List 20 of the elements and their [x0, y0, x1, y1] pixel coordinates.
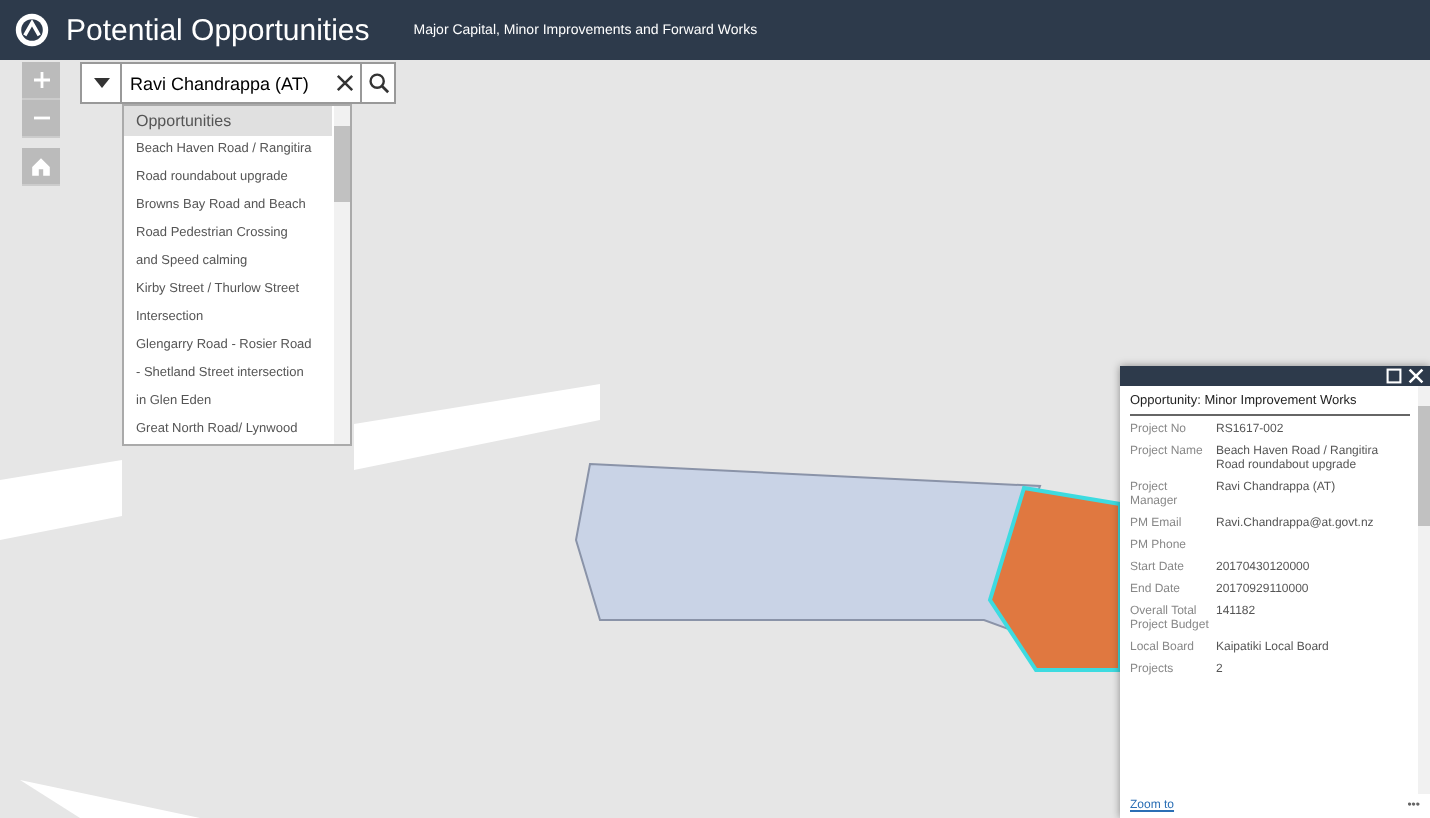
clear-button[interactable]	[330, 62, 360, 104]
caret-icon	[93, 78, 109, 88]
scrollbar[interactable]	[334, 106, 350, 444]
close-icon	[336, 74, 354, 92]
zoom-out-button[interactable]	[22, 100, 60, 138]
search-field[interactable]: Ravi Chandrappa (AT)	[122, 62, 330, 104]
maximize-icon[interactable]	[1386, 368, 1402, 384]
search-button[interactable]	[360, 62, 396, 104]
home-icon	[30, 155, 52, 177]
home-button[interactable]	[22, 148, 60, 186]
source-dropdown-button[interactable]	[80, 62, 122, 104]
scrollbar[interactable]	[1418, 386, 1430, 794]
plus-icon	[31, 70, 51, 90]
close-icon[interactable]	[1408, 368, 1424, 384]
zoom-in-button[interactable]	[22, 62, 60, 100]
search-icon	[367, 72, 389, 94]
list-heading: Opportunities	[124, 106, 332, 136]
app-title: Potential Opportunities	[66, 13, 370, 47]
road-drawing	[0, 460, 122, 540]
logo-icon	[14, 12, 50, 48]
